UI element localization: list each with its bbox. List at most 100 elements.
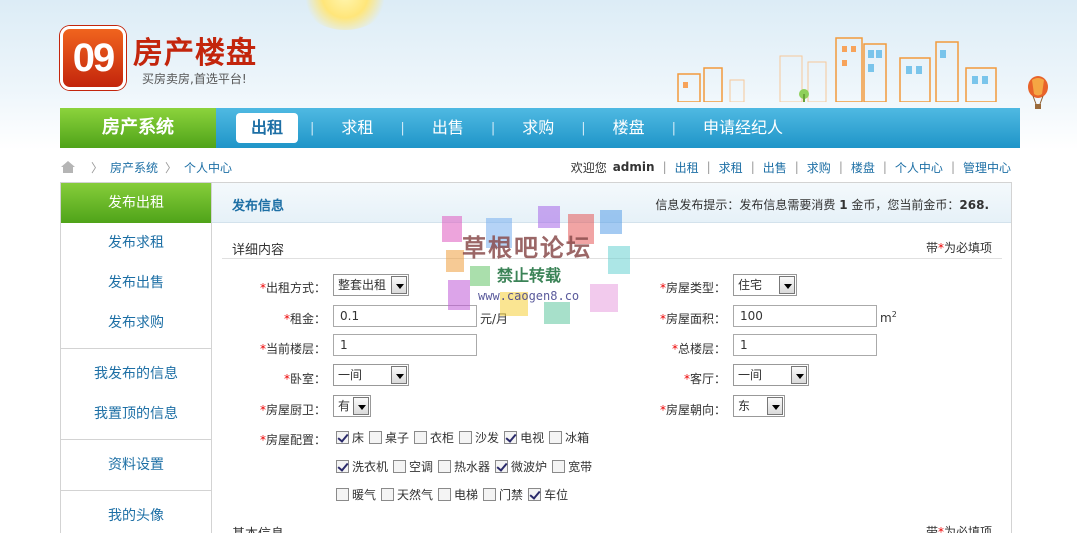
facility-label: 空调 (409, 460, 434, 474)
sidebar-item-publish-sell[interactable]: 发布出售 (61, 263, 211, 303)
checkbox-unchecked-icon[interactable] (438, 488, 452, 501)
facility-checkbox[interactable]: 床 (336, 429, 364, 446)
facility-checkbox[interactable]: 电梯 (438, 486, 478, 503)
hint-middle: 金币，您当前金币： (851, 198, 960, 212)
checkbox-unchecked-icon[interactable] (552, 460, 566, 473)
nav-menu: 出租 | 求租 | 出售 | 求购 | 楼盘 | 申请经纪人 (236, 108, 798, 148)
facility-label: 电梯 (454, 488, 479, 502)
sidebar-item-publish-rent[interactable]: 发布出租 (61, 183, 211, 223)
nav-separator: | (581, 120, 586, 136)
floor-label: *当前楼层： (259, 342, 326, 356)
facility-checkbox[interactable]: 车位 (528, 486, 568, 503)
userbar-link-estate[interactable]: 楼盘 (851, 159, 875, 176)
facility-label: 沙发 (475, 431, 500, 445)
home-icon[interactable] (60, 160, 76, 174)
userbar-link-rent[interactable]: 出租 (675, 159, 699, 176)
area-input[interactable]: 100 (733, 305, 877, 327)
userbar-link-admin-center[interactable]: 管理中心 (963, 159, 1011, 176)
total-floors-input[interactable]: 1 (733, 334, 877, 356)
nav-item-seek-rent[interactable]: 求租 (326, 113, 388, 143)
sidebar-item-publish-buy[interactable]: 发布求购 (61, 303, 211, 343)
watermark-title: 草根吧论坛 (462, 234, 592, 262)
facility-checkbox[interactable]: 门禁 (483, 486, 523, 503)
chevron-down-icon (791, 366, 807, 384)
rent-type-select[interactable]: 整套出租 (333, 274, 409, 296)
facility-label: 暖气 (352, 488, 377, 502)
sidebar-item-profile-settings[interactable]: 资料设置 (61, 445, 211, 485)
breadcrumb: 〉 房产系统 〉 个人中心 (60, 158, 232, 176)
hint-prefix: 信息发布提示：发布信息需要消费 (655, 198, 836, 212)
living-room-select[interactable]: 一间 (733, 364, 809, 386)
nav-item-buy[interactable]: 求购 (507, 113, 569, 143)
sidebar-item-my-posts[interactable]: 我发布的信息 (61, 354, 211, 394)
sidebar-item-my-avatar[interactable]: 我的头像 (61, 496, 211, 533)
sidebar-group-settings: 资料设置 (61, 440, 211, 491)
checkbox-checked-icon[interactable] (336, 460, 349, 473)
bedroom-select[interactable]: 一间 (333, 364, 409, 386)
site-logo[interactable]: 09 房产楼盘 买房卖房,首选平台! (60, 24, 290, 94)
watermark-subtitle: 禁止转载 (497, 266, 562, 285)
facility-checkbox[interactable]: 暖气 (336, 486, 376, 503)
facility-checkbox[interactable]: 沙发 (459, 429, 499, 446)
facilities-row: 床 桌子 衣柜 沙发 电视 冰箱 (336, 429, 594, 446)
facility-checkbox[interactable]: 热水器 (438, 458, 490, 475)
facility-checkbox[interactable]: 冰箱 (549, 429, 589, 446)
nav-separator: | (671, 120, 677, 136)
facility-label: 冰箱 (565, 431, 590, 445)
facility-checkbox[interactable]: 洗衣机 (336, 458, 388, 475)
checkbox-unchecked-icon[interactable] (414, 431, 428, 444)
checkbox-unchecked-icon[interactable] (393, 460, 407, 473)
rent-label: *租金： (283, 312, 326, 326)
nav-item-apply-agent[interactable]: 申请经纪人 (688, 113, 798, 143)
nav-brand[interactable]: 房产系统 (60, 108, 216, 148)
checkbox-checked-icon[interactable] (528, 488, 542, 501)
checkbox-unchecked-icon[interactable] (369, 431, 383, 444)
nav-item-estate[interactable]: 楼盘 (598, 113, 660, 143)
userbar-link-seek-rent[interactable]: 求租 (719, 159, 743, 176)
nav-item-rent[interactable]: 出租 (236, 113, 299, 143)
breadcrumb-item-system[interactable]: 房产系统 (110, 159, 158, 176)
checkbox-unchecked-icon[interactable] (438, 460, 452, 473)
userbar-link-buy[interactable]: 求购 (807, 159, 831, 176)
house-type-select[interactable]: 住宅 (733, 274, 797, 296)
checkbox-unchecked-icon[interactable] (459, 431, 473, 444)
orientation-select[interactable]: 东 (733, 395, 785, 417)
city-skyline-illustration (677, 37, 997, 102)
checkbox-unchecked-icon[interactable] (336, 488, 349, 501)
sidebar-item-publish-seek-rent[interactable]: 发布求租 (61, 223, 211, 263)
chevron-down-icon (779, 276, 795, 294)
checkbox-checked-icon[interactable] (504, 431, 518, 444)
userbar-link-sell[interactable]: 出售 (763, 159, 787, 176)
bedroom-label: *卧室： (283, 372, 326, 386)
facility-label: 洗衣机 (352, 460, 389, 474)
user-bar: 欢迎您 admin | 出租 | 求租 | 出售 | 求购 | 楼盘 | 个人中… (570, 159, 1011, 176)
userbar-link-user-center[interactable]: 个人中心 (895, 159, 943, 176)
facility-checkbox[interactable]: 微波炉 (495, 458, 547, 475)
required-note: 带*为必填项 (925, 525, 992, 533)
chevron-down-icon (767, 397, 783, 415)
logo-slogan: 买房卖房,首选平台! (142, 72, 247, 86)
floor-input[interactable]: 1 (333, 334, 477, 356)
facility-checkbox[interactable]: 衣柜 (414, 429, 454, 446)
chevron-down-icon (391, 366, 407, 384)
sidebar-item-my-pinned[interactable]: 我置顶的信息 (61, 394, 211, 434)
checkbox-checked-icon[interactable] (336, 431, 349, 444)
facility-label: 桌子 (385, 431, 410, 445)
facility-label: 宽带 (568, 460, 593, 474)
checkbox-unchecked-icon[interactable] (483, 488, 497, 501)
checkbox-unchecked-icon[interactable] (549, 431, 563, 444)
facility-checkbox[interactable]: 天然气 (381, 486, 433, 503)
kitchen-bath-select[interactable]: 有 (333, 395, 371, 417)
nav-item-sell[interactable]: 出售 (417, 113, 479, 143)
area-unit: m2 (880, 310, 897, 325)
facility-checkbox[interactable]: 桌子 (369, 429, 409, 446)
nav-separator: | (400, 120, 405, 136)
checkbox-checked-icon[interactable] (495, 460, 509, 473)
sidebar-group-avatar: 我的头像 (61, 491, 211, 533)
facility-checkbox[interactable]: 电视 (504, 429, 544, 446)
hot-air-balloon-icon (1028, 76, 1048, 109)
facility-checkbox[interactable]: 空调 (393, 458, 433, 475)
checkbox-unchecked-icon[interactable] (381, 488, 395, 501)
facility-checkbox[interactable]: 宽带 (552, 458, 592, 475)
breadcrumb-item-user-center[interactable]: 个人中心 (184, 159, 232, 176)
